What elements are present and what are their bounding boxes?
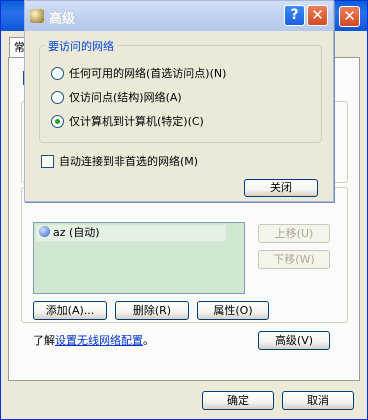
move-down-button[interactable]: 下移(W) [258,250,330,269]
learn-more-text: 了解设置无线网络配置。 [33,332,154,348]
radio-button-icon[interactable] [51,91,64,104]
list-item[interactable]: az (自动) [36,225,226,241]
auto-connect-checkbox[interactable] [41,155,54,168]
radio-label: 仅计算机到计算机(特定)(C) [69,115,204,128]
properties-button[interactable]: 属性(O) [197,301,269,320]
radio-label: 任何可用的网络(首选访问点)(N) [69,67,227,80]
move-up-button[interactable]: 上移(U) [258,224,330,243]
wireless-config-link[interactable]: 设置无线网络配置 [55,334,143,347]
dialog-close-icon[interactable]: ✕ [307,5,328,26]
back-close-icon[interactable]: ✕ [339,6,360,27]
radio-button-selected-icon[interactable] [51,115,64,128]
radio-button-icon[interactable] [51,67,64,80]
dialog-title: 高级 [49,12,76,27]
group-label: 要访问的网络 [45,38,117,54]
dialog-titlebar: 高级 ? ✕ [25,1,333,31]
remove-button[interactable]: 删除(R) [115,301,189,320]
preferred-networks-list[interactable]: az (自动) [33,222,245,294]
ok-button[interactable]: 确定 [202,391,274,410]
network-settings-icon [30,9,44,23]
radio-any-network[interactable]: 任何可用的网络(首选访问点)(N) [51,65,226,81]
network-status: (自动) [69,226,100,239]
help-icon[interactable]: ? [284,5,305,26]
radio-computer-to-computer[interactable]: 仅计算机到计算机(特定)(C) [51,113,204,129]
close-button[interactable]: 关闭 [244,179,318,197]
radio-label: 仅访问点(结构)网络(A) [69,91,182,104]
add-button[interactable]: 添加(A)... [33,301,107,320]
advanced-dialog: 高级 ? ✕ 要访问的网络 任何可用的网络(首选访问点)(N) 仅访问点(结构)… [24,0,334,202]
network-name: az [53,226,66,239]
radio-access-point-only[interactable]: 仅访问点(结构)网络(A) [51,89,182,105]
learn-prefix: 了解 [33,334,55,347]
learn-suffix: 。 [143,334,154,347]
auto-connect-option[interactable]: 自动连接到非首选的网络(M) [41,153,198,169]
cancel-button[interactable]: 取消 [282,391,354,410]
advanced-button[interactable]: 高级(V) [258,331,330,350]
wireless-network-icon [39,226,50,237]
auto-connect-label: 自动连接到非首选的网络(M) [59,155,199,168]
